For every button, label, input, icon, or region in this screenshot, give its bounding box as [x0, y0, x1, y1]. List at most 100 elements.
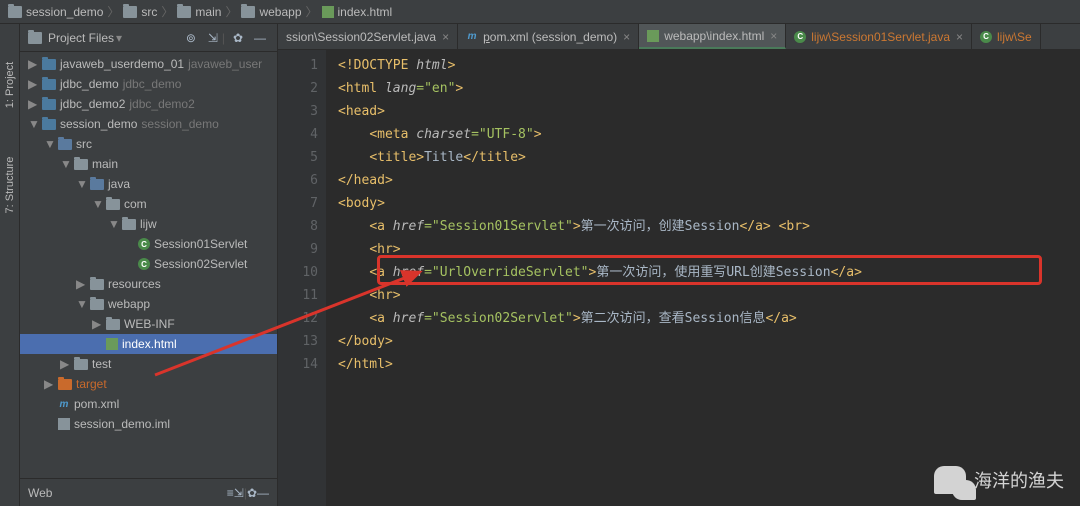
line-number[interactable]: 1: [278, 54, 318, 77]
tool-window-project-button[interactable]: 1: Project: [4, 45, 16, 125]
line-number[interactable]: 4: [278, 123, 318, 146]
code-line[interactable]: <html lang="en">: [338, 77, 1080, 100]
breadcrumb-item[interactable]: main: [195, 5, 221, 19]
tree-item[interactable]: mpom.xml: [20, 394, 277, 414]
close-icon[interactable]: ×: [956, 30, 963, 44]
code-line[interactable]: <hr>: [338, 238, 1080, 261]
tree-item[interactable]: ▶jdbc_demojdbc_demo: [20, 74, 277, 94]
collapse-icon[interactable]: ⇲: [234, 486, 244, 500]
editor-tab[interactable]: mpom.xml (session_demo)×: [458, 24, 639, 49]
chevron-down-icon[interactable]: ▼: [108, 217, 118, 231]
line-number[interactable]: 10: [278, 261, 318, 284]
close-icon[interactable]: ×: [770, 29, 777, 43]
tree-item[interactable]: ▶javaweb_userdemo_01javaweb_user: [20, 54, 277, 74]
chevron-down-icon[interactable]: ▼: [76, 297, 86, 311]
tree-item[interactable]: ▶WEB-INF: [20, 314, 277, 334]
line-number[interactable]: 5: [278, 146, 318, 169]
tree-item[interactable]: ▶target: [20, 374, 277, 394]
collapse-all-icon[interactable]: ⇲: [204, 29, 222, 47]
tree-item[interactable]: ▼src: [20, 134, 277, 154]
chevron-right-icon[interactable]: ▶: [28, 77, 38, 91]
code-line[interactable]: <title>Title</title>: [338, 146, 1080, 169]
close-icon[interactable]: ×: [442, 30, 449, 44]
code-line[interactable]: <body>: [338, 192, 1080, 215]
line-number[interactable]: 6: [278, 169, 318, 192]
list-icon[interactable]: ≡: [227, 486, 234, 500]
tree-item[interactable]: ▼main: [20, 154, 277, 174]
line-number[interactable]: 2: [278, 77, 318, 100]
editor-tab[interactable]: webapp\index.html×: [639, 24, 786, 49]
editor-tab[interactable]: Clijw\Se: [972, 24, 1041, 49]
chevron-down-icon[interactable]: ▼: [76, 177, 86, 191]
sidebar-view-mode[interactable]: Project Files: [48, 31, 114, 45]
line-number[interactable]: 11: [278, 284, 318, 307]
code-line[interactable]: </body>: [338, 330, 1080, 353]
code-line[interactable]: <a href="Session02Servlet">第二次访问，查看Sessi…: [338, 307, 1080, 330]
tree-item[interactable]: ▶jdbc_demo2jdbc_demo2: [20, 94, 277, 114]
chevron-right-icon: 〉: [161, 3, 173, 20]
code-line[interactable]: <a href="Session01Servlet">第一次访问，创建Sessi…: [338, 215, 1080, 238]
breadcrumb-item[interactable]: index.html: [338, 5, 393, 19]
chevron-down-icon[interactable]: ▼: [28, 117, 38, 131]
chevron-down-icon[interactable]: ▼: [44, 137, 54, 151]
project-sidebar: Project Files ▾ ⊚ ⇲ | ✿ — ▶javaweb_userd…: [20, 24, 278, 506]
tree-item-label: session_demo.iml: [74, 417, 170, 431]
hide-icon[interactable]: —: [257, 486, 269, 500]
tree-item[interactable]: ▼com: [20, 194, 277, 214]
line-number[interactable]: 3: [278, 100, 318, 123]
folder-icon: [90, 299, 104, 310]
web-tool-label[interactable]: Web: [28, 486, 52, 500]
gear-icon[interactable]: ✿: [229, 29, 247, 47]
line-number-gutter[interactable]: 1234567891011121314: [278, 50, 326, 506]
breadcrumb-item[interactable]: webapp: [259, 5, 301, 19]
chevron-down-icon[interactable]: ▼: [60, 157, 70, 171]
code-line[interactable]: <meta charset="UTF-8">: [338, 123, 1080, 146]
chevron-right-icon[interactable]: ▶: [92, 317, 102, 331]
gear-icon[interactable]: ✿: [247, 486, 257, 500]
tree-item[interactable]: index.html: [20, 334, 277, 354]
code-line[interactable]: <!DOCTYPE html>: [338, 54, 1080, 77]
tree-item[interactable]: ▼java: [20, 174, 277, 194]
chevron-right-icon[interactable]: ▶: [44, 377, 54, 391]
editor-tab[interactable]: Clijw\Session01Servlet.java×: [786, 24, 972, 49]
close-icon[interactable]: ×: [623, 30, 630, 44]
breadcrumb[interactable]: session_demo 〉 src 〉 main 〉 webapp 〉 ind…: [0, 0, 1080, 24]
tree-item[interactable]: CSession01Servlet: [20, 234, 277, 254]
chevron-right-icon[interactable]: ▶: [28, 57, 38, 71]
code-line[interactable]: </html>: [338, 353, 1080, 376]
tree-item[interactable]: CSession02Servlet: [20, 254, 277, 274]
line-number[interactable]: 9: [278, 238, 318, 261]
line-number[interactable]: 14: [278, 353, 318, 376]
tree-item[interactable]: ▼ webapp: [20, 294, 277, 314]
chevron-right-icon[interactable]: ▶: [76, 277, 86, 291]
breadcrumb-item[interactable]: session_demo: [26, 5, 103, 19]
code-line[interactable]: </head>: [338, 169, 1080, 192]
tree-item[interactable]: ▶resources: [20, 274, 277, 294]
tree-item[interactable]: ▼lijw: [20, 214, 277, 234]
folder-icon: [122, 219, 136, 230]
tree-item-label: test: [92, 357, 111, 371]
tree-item[interactable]: session_demo.iml: [20, 414, 277, 434]
tree-item-label: webapp: [108, 297, 150, 311]
line-number[interactable]: 12: [278, 307, 318, 330]
tool-window-structure-button[interactable]: 7: Structure: [4, 145, 16, 225]
editor-tab[interactable]: ssion\Session02Servlet.java×: [278, 24, 458, 49]
breadcrumb-item[interactable]: src: [141, 5, 157, 19]
code-line[interactable]: <head>: [338, 100, 1080, 123]
chevron-right-icon[interactable]: ▶: [60, 357, 70, 371]
tree-item[interactable]: ▶ test: [20, 354, 277, 374]
line-number[interactable]: 13: [278, 330, 318, 353]
chevron-down-icon[interactable]: ▼: [92, 197, 102, 211]
locate-icon[interactable]: ⊚: [182, 29, 200, 47]
code-editor[interactable]: <!DOCTYPE html><html lang="en"><head> <m…: [326, 50, 1080, 506]
line-number[interactable]: 8: [278, 215, 318, 238]
chevron-right-icon[interactable]: ▶: [28, 97, 38, 111]
code-line[interactable]: <a href="UrlOverrideServlet">第一次访问，使用重写U…: [338, 261, 1080, 284]
code-line[interactable]: <hr>: [338, 284, 1080, 307]
tree-item[interactable]: ▼session_demosession_demo: [20, 114, 277, 134]
hide-icon[interactable]: —: [251, 29, 269, 47]
project-tree[interactable]: ▶javaweb_userdemo_01javaweb_user▶jdbc_de…: [20, 52, 277, 478]
line-number[interactable]: 7: [278, 192, 318, 215]
chevron-down-icon[interactable]: ▾: [116, 31, 122, 45]
maven-icon: m: [58, 398, 70, 410]
